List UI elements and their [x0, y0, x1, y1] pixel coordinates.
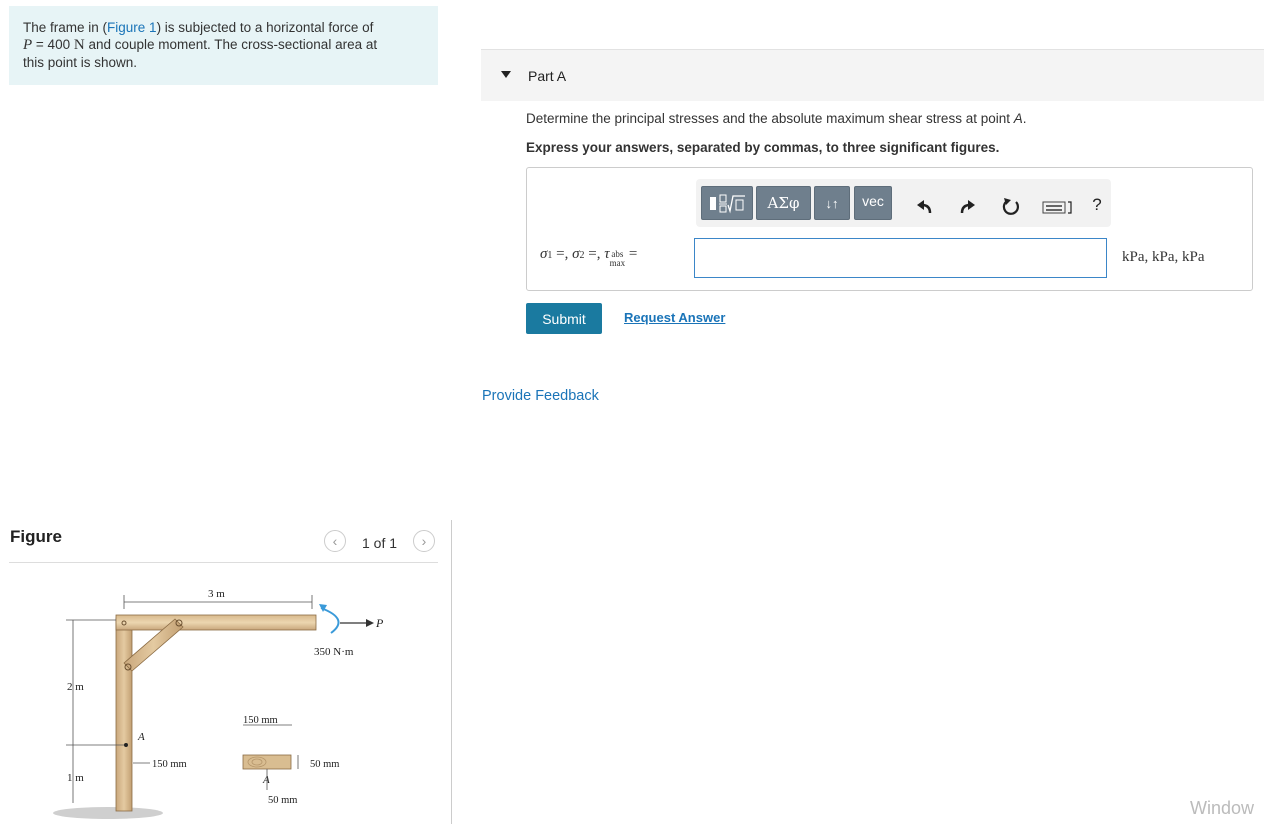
templates-button[interactable] — [701, 186, 753, 220]
horizontal-beam — [115, 614, 317, 631]
submit-button[interactable]: Submit — [526, 303, 602, 334]
caret-down-icon[interactable] — [500, 70, 512, 80]
units-label: kPa, kPa, kPa — [1122, 249, 1205, 265]
question-end: . — [1022, 111, 1027, 126]
keyboard-button[interactable] — [1042, 196, 1074, 218]
equals-comma: =, — [556, 246, 569, 262]
frame-figure: 3 m P 350 N·m 2 m 1 m A 150 mm 150 mm 50… — [53, 588, 384, 819]
section-point-label: A — [262, 774, 270, 786]
reset-button[interactable] — [1000, 196, 1022, 218]
arrows-button[interactable]: ↓↑ — [814, 186, 850, 220]
problem-text: The frame in ( — [23, 20, 108, 35]
sigma-subscript: 2 — [579, 250, 585, 261]
section-height-label: 50 mm — [310, 759, 339, 770]
help-button[interactable]: ? — [1088, 194, 1106, 216]
problem-text: and couple moment. The cross-sectional a… — [84, 37, 378, 52]
instruction-text: Express your answers, separated by comma… — [526, 140, 1000, 155]
part-title: Part A — [528, 68, 567, 84]
question-point: A — [1013, 111, 1023, 126]
templates-icon — [710, 194, 745, 214]
undo-icon — [917, 200, 932, 214]
sigma-symbol: σ — [572, 246, 580, 262]
problem-statement: The frame in (Figure 1) is subjected to … — [9, 6, 438, 85]
force-symbol: P — [23, 37, 33, 53]
undo-button[interactable] — [914, 196, 936, 218]
vec-button[interactable]: vec — [854, 186, 892, 220]
chevron-right-icon: › — [421, 533, 427, 549]
ground-shadow — [53, 807, 163, 819]
redo-icon — [960, 200, 975, 214]
part-header[interactable] — [481, 49, 1264, 101]
force-unit: N — [73, 37, 85, 53]
height-upper-label: 2 m — [67, 681, 84, 693]
moment-label: 350 N·m — [314, 646, 354, 658]
answer-input[interactable] — [694, 238, 1107, 278]
point-a-label: A — [137, 731, 145, 743]
span-label: 3 m — [208, 588, 225, 600]
cross-section — [242, 754, 292, 770]
chevron-left-icon: ‹ — [332, 533, 338, 549]
equals-sign: = — [628, 246, 638, 262]
force-arrowhead — [366, 619, 374, 627]
greek-button[interactable]: ΑΣφ — [756, 186, 811, 220]
force-label: P — [375, 616, 384, 630]
offset-label: 150 mm — [152, 759, 187, 770]
question-body: Determine the principal stresses and the… — [526, 111, 1014, 126]
prev-figure-button[interactable]: ‹ — [324, 530, 346, 552]
section-width-label: 150 mm — [243, 715, 278, 726]
height-lower-label: 1 m — [67, 772, 84, 784]
equation-label: σ1 =, σ2 =, τ abs max = — [540, 246, 637, 268]
activation-watermark: Window — [1190, 798, 1255, 818]
tau-subscript: max — [609, 258, 626, 268]
moment-arrow — [320, 607, 340, 634]
sigma-subscript: 1 — [547, 250, 553, 261]
figure-counter: 1 of 1 — [362, 535, 398, 551]
keyboard-icon — [1042, 201, 1072, 214]
problem-text: ) is subjected to a horizontal force of — [156, 20, 374, 35]
section-offset-label: 50 mm — [268, 795, 297, 806]
request-answer-link[interactable]: Request Answer — [624, 310, 725, 325]
provide-feedback-link[interactable]: Provide Feedback — [482, 388, 599, 404]
equals-comma: =, — [588, 246, 601, 262]
point-a-marker — [124, 743, 128, 747]
figure-rule — [9, 562, 438, 563]
redo-button[interactable] — [956, 196, 978, 218]
force-value: = 400 — [32, 37, 74, 52]
reset-icon — [1002, 198, 1019, 215]
problem-text: this point is shown. — [23, 55, 138, 70]
vertical-post — [115, 617, 133, 812]
next-figure-button[interactable]: › — [413, 530, 435, 552]
figure-link[interactable]: Figure 1 — [107, 20, 157, 35]
panel-divider — [451, 520, 452, 824]
question-text: Determine the principal stresses and the… — [526, 111, 1027, 126]
figure-heading: Figure — [10, 527, 62, 546]
